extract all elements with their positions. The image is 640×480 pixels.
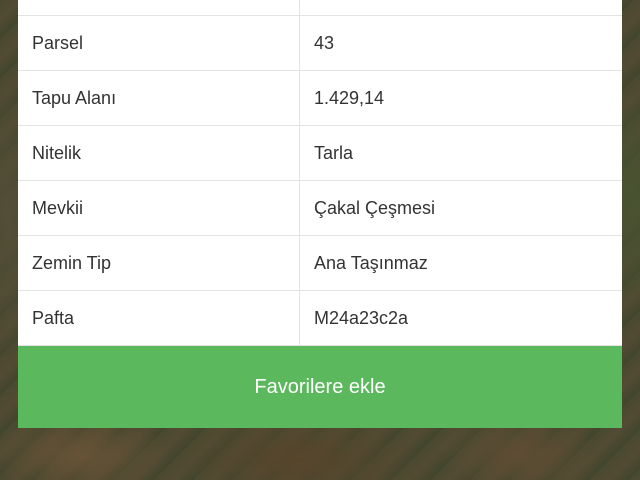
row-value: M24a23c2a (314, 307, 409, 328)
row-label (18, 0, 300, 15)
row-label: Nitelik (18, 126, 300, 180)
row-label: Tapu Alanı (18, 71, 300, 125)
row-value: 1.429,14 (314, 87, 385, 108)
row-value: Ana Taşınmaz (314, 252, 428, 273)
row-label: Pafta (18, 291, 300, 345)
table-row-mevkii: Mevkii Çakal Çeşmesi (18, 181, 622, 236)
row-value: 43 (314, 32, 335, 53)
add-to-favorites-button[interactable]: Favorilere ekle (18, 346, 622, 428)
row-value: Tarla (314, 142, 354, 163)
table-row-zemin-tip: Zemin Tip Ana Taşınmaz (18, 236, 622, 291)
parcel-info-panel: Parsel 43 Tapu Alanı 1.429,14 Nitelik Ta… (18, 0, 622, 428)
row-label: Zemin Tip (18, 236, 300, 290)
table-row-partial (18, 0, 622, 16)
table-row-tapu-alani: Tapu Alanı 1.429,14 (18, 71, 622, 126)
row-value: Çakal Çeşmesi (314, 197, 436, 218)
table-row-pafta: Pafta M24a23c2a (18, 291, 622, 346)
row-label: Parsel (18, 16, 300, 70)
row-value (300, 0, 622, 15)
table-row-parsel: Parsel 43 (18, 16, 622, 71)
table-row-nitelik: Nitelik Tarla (18, 126, 622, 181)
row-label: Mevkii (18, 181, 300, 235)
